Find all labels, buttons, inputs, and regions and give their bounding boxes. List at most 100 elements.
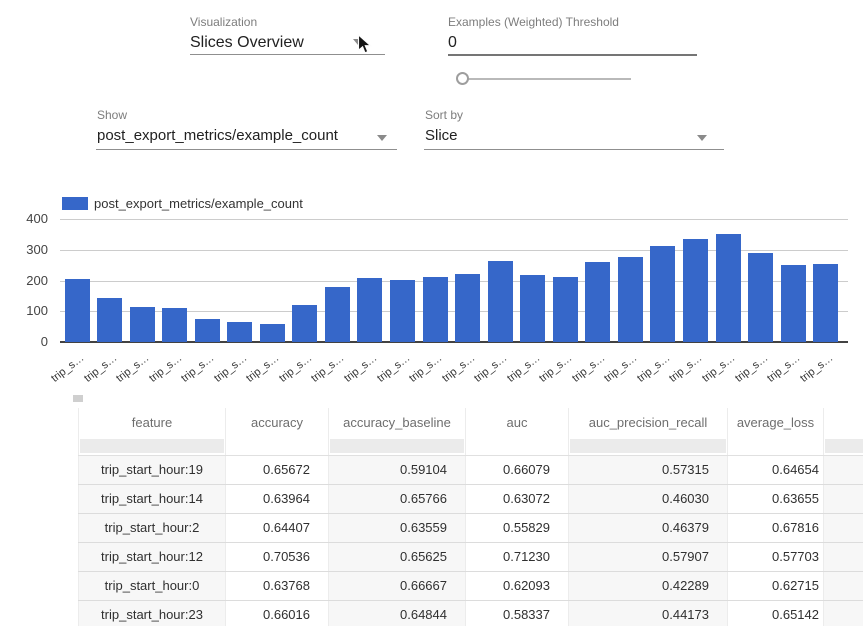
table-row[interactable]: trip_start_hour:230.660160.648440.583370… (79, 600, 863, 626)
metric-cell: 0.62093 (466, 571, 569, 600)
feature-cell: trip_start_hour:12 (79, 542, 226, 571)
bar[interactable] (65, 279, 90, 342)
metric-cell: 0.42289 (569, 571, 728, 600)
metric-cell: 0.63768 (226, 571, 329, 600)
bar[interactable] (130, 307, 155, 342)
bar[interactable] (260, 324, 285, 342)
table-row[interactable]: trip_start_hour:140.639640.657660.630720… (79, 484, 863, 513)
table-header-cell[interactable] (824, 408, 863, 437)
table-header-row: featureaccuracyaccuracy_baselineaucauc_p… (79, 408, 863, 437)
legend-label: post_export_metrics/example_count (94, 196, 303, 211)
metric-cell: 0.66667 (329, 571, 466, 600)
metric-cell (824, 542, 863, 571)
visualization-select[interactable]: Slices Overview (190, 34, 304, 52)
metric-cell (824, 455, 863, 484)
metric-cell: 0.63964 (226, 484, 329, 513)
metric-cell: 0.63559 (329, 513, 466, 542)
bar[interactable] (781, 265, 806, 342)
bar[interactable] (520, 275, 545, 342)
y-axis-tick-label: 400 (8, 211, 48, 226)
bar[interactable] (716, 234, 741, 342)
threshold-slider-thumb[interactable] (456, 72, 469, 85)
metric-cell: 0.64654 (728, 455, 824, 484)
metric-cell: 0.65625 (329, 542, 466, 571)
table-filter-row (79, 437, 863, 455)
threshold-input[interactable]: 0 (448, 34, 457, 52)
bar[interactable] (813, 264, 838, 342)
chevron-down-icon[interactable] (697, 135, 707, 141)
table-filter-cell (824, 437, 863, 455)
chevron-down-icon[interactable] (377, 135, 387, 141)
metrics-table: featureaccuracyaccuracy_baselineaucauc_p… (78, 408, 863, 626)
metric-cell: 0.65672 (226, 455, 329, 484)
table-header-cell[interactable]: auc (466, 408, 569, 437)
y-axis-tick-label: 300 (8, 242, 48, 257)
metric-cell: 0.70536 (226, 542, 329, 571)
filter-box (570, 439, 726, 453)
feature-cell: trip_start_hour:14 (79, 484, 226, 513)
metric-cell: 0.66016 (226, 600, 329, 626)
bar[interactable] (683, 239, 708, 342)
table-header-cell[interactable]: auc_precision_recall (569, 408, 728, 437)
threshold-slider-track[interactable] (463, 78, 631, 80)
bar[interactable] (650, 246, 675, 342)
metric-cell: 0.63655 (728, 484, 824, 513)
filter-box (80, 439, 224, 453)
bar[interactable] (748, 253, 773, 342)
metric-cell: 0.66079 (466, 455, 569, 484)
sort-by-underline (424, 149, 724, 150)
bar[interactable] (618, 257, 643, 342)
metric-cell: 0.65766 (329, 484, 466, 513)
tfma-slicing-metrics-view: Visualization Slices Overview Examples (… (0, 0, 863, 626)
table-row[interactable]: trip_start_hour:20.644070.635590.558290.… (79, 513, 863, 542)
filter-box (330, 439, 464, 453)
table-row[interactable]: trip_start_hour:120.705360.656250.712300… (79, 542, 863, 571)
y-axis-tick-label: 0 (8, 334, 48, 349)
metric-cell (824, 484, 863, 513)
table-filter-cell (728, 437, 824, 455)
bar[interactable] (195, 319, 220, 342)
table-row[interactable]: trip_start_hour:190.656720.591040.660790… (79, 455, 863, 484)
bar[interactable] (488, 261, 513, 342)
bar[interactable] (553, 277, 578, 342)
bar[interactable] (227, 322, 252, 342)
feature-cell: trip_start_hour:19 (79, 455, 226, 484)
show-underline (96, 149, 397, 150)
bar[interactable] (455, 274, 480, 342)
bar[interactable] (292, 305, 317, 342)
metric-cell: 0.57703 (728, 542, 824, 571)
table-row[interactable]: trip_start_hour:00.637680.666670.620930.… (79, 571, 863, 600)
sort-by-label: Sort by (425, 108, 463, 122)
metric-cell: 0.55829 (466, 513, 569, 542)
filter-box (825, 439, 863, 453)
visualization-label: Visualization (190, 15, 257, 29)
table-filter-cell (226, 437, 329, 455)
bar[interactable] (357, 278, 382, 342)
bar[interactable] (97, 298, 122, 342)
table-filter-cell (79, 437, 226, 455)
table-header-cell[interactable]: accuracy (226, 408, 329, 437)
bar[interactable] (423, 277, 448, 342)
show-label: Show (97, 108, 127, 122)
table-header-cell[interactable]: accuracy_baseline (329, 408, 466, 437)
metric-cell (824, 600, 863, 626)
metric-cell: 0.57907 (569, 542, 728, 571)
show-select[interactable]: post_export_metrics/example_count (97, 127, 338, 144)
gridline (60, 219, 848, 220)
metric-cell: 0.62715 (728, 571, 824, 600)
bar[interactable] (162, 308, 187, 342)
feature-cell: trip_start_hour:0 (79, 571, 226, 600)
metric-cell: 0.57315 (569, 455, 728, 484)
metric-cell: 0.58337 (466, 600, 569, 626)
table-header-cell[interactable]: feature (79, 408, 226, 437)
sort-by-select[interactable]: Slice (425, 127, 458, 144)
metric-cell (824, 571, 863, 600)
table-header-cell[interactable]: average_loss (728, 408, 824, 437)
bar[interactable] (585, 262, 610, 342)
y-axis-tick-label: 100 (8, 303, 48, 318)
y-axis-tick-label: 200 (8, 273, 48, 288)
feature-cell: trip_start_hour:23 (79, 600, 226, 626)
mouse-cursor-icon (357, 34, 373, 56)
bar[interactable] (325, 287, 350, 342)
bar[interactable] (390, 280, 415, 342)
